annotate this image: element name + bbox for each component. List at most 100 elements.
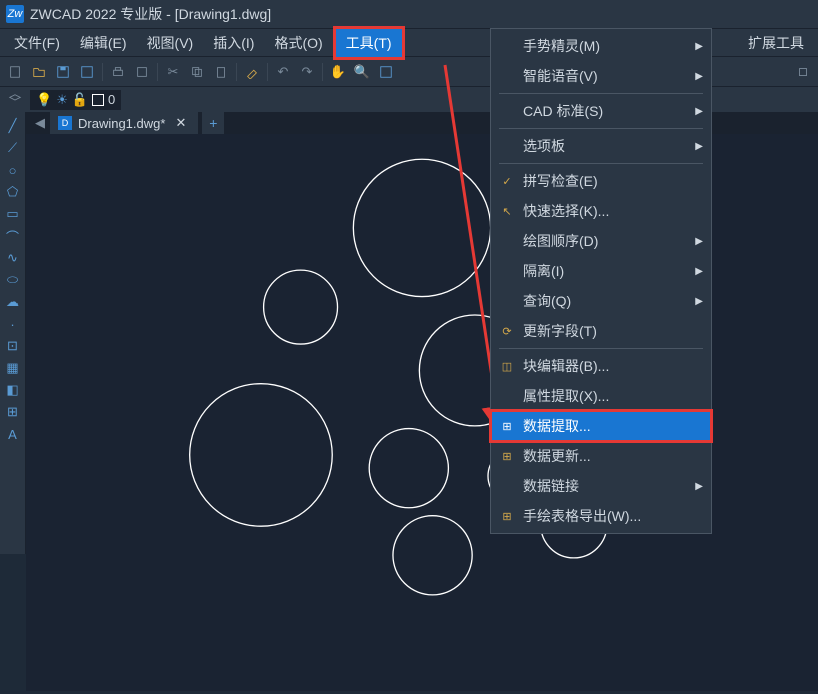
- match-icon[interactable]: [241, 61, 263, 83]
- menu-item-label: 属性提取(X)...: [523, 386, 609, 406]
- layer-name: 0: [108, 92, 115, 107]
- menu-item-10[interactable]: 隔离(I) ▶: [491, 256, 711, 286]
- drawing-circle[interactable]: [353, 159, 490, 296]
- menu-item-icon: [499, 103, 515, 119]
- menu-item-icon: [499, 478, 515, 494]
- print-icon[interactable]: [107, 61, 129, 83]
- menu-item-label: 数据链接: [523, 476, 579, 496]
- line-icon[interactable]: ╱: [3, 116, 23, 136]
- hatch-icon[interactable]: ▦: [3, 358, 23, 378]
- text-icon[interactable]: A: [3, 424, 23, 444]
- menu-item-icon: ⊞: [499, 508, 515, 524]
- table-icon[interactable]: ⊞: [3, 402, 23, 422]
- menu-view[interactable]: 视图(V): [137, 29, 204, 57]
- layer-selector[interactable]: 💡 ☀ 🔓 0: [30, 90, 121, 110]
- tab-prev-icon[interactable]: ◀: [30, 113, 50, 133]
- document-tab[interactable]: D Drawing1.dwg* ✕: [50, 112, 198, 134]
- point-icon[interactable]: ·: [3, 314, 23, 334]
- drawing-circle[interactable]: [393, 516, 472, 595]
- paste-icon[interactable]: [210, 61, 232, 83]
- zoom-icon[interactable]: 🔍: [351, 61, 373, 83]
- menu-item-label: 数据更新...: [523, 446, 591, 466]
- tool-icon[interactable]: [792, 61, 814, 83]
- separator: [322, 63, 323, 81]
- menu-format[interactable]: 格式(O): [264, 29, 332, 57]
- submenu-arrow-icon: ▶: [695, 236, 703, 247]
- menu-tools[interactable]: 工具(T): [333, 26, 405, 60]
- new-icon[interactable]: [4, 61, 26, 83]
- block-icon[interactable]: ⊡: [3, 336, 23, 356]
- saveas-icon[interactable]: [76, 61, 98, 83]
- menu-item-icon: [499, 138, 515, 154]
- submenu-arrow-icon: ▶: [695, 481, 703, 492]
- menu-item-3[interactable]: CAD 标准(S)▶: [491, 96, 711, 126]
- circle-icon[interactable]: ○: [3, 160, 23, 180]
- menu-item-label: 更新字段(T): [523, 321, 597, 341]
- menu-item-icon: [499, 388, 515, 404]
- menu-item-19[interactable]: ⊞手绘表格导出(W)...: [491, 501, 711, 531]
- menu-separator: [499, 93, 703, 94]
- drawing-circle[interactable]: [190, 384, 333, 527]
- submenu-arrow-icon: ▶: [695, 141, 703, 152]
- pline-icon[interactable]: ⟋: [3, 138, 23, 158]
- menu-item-9[interactable]: 绘图顺序(D)▶: [491, 226, 711, 256]
- menu-item-18[interactable]: 数据链接 ▶: [491, 471, 711, 501]
- layer-color-icon: [92, 94, 104, 106]
- spline-icon[interactable]: ∿: [3, 248, 23, 268]
- zoomext-icon[interactable]: [375, 61, 397, 83]
- menu-item-icon: ↖: [499, 203, 515, 219]
- menu-item-icon: [499, 68, 515, 84]
- menu-item-7[interactable]: ✓ 拼写检查(E): [491, 166, 711, 196]
- submenu-arrow-icon: ▶: [695, 71, 703, 82]
- menu-item-15[interactable]: 属性提取(X)...: [491, 381, 711, 411]
- rectangle-icon[interactable]: ▭: [3, 204, 23, 224]
- preview-icon[interactable]: [131, 61, 153, 83]
- menu-item-label: 隔离(I): [523, 261, 564, 281]
- open-icon[interactable]: [28, 61, 50, 83]
- polygon-icon[interactable]: ⬠: [3, 182, 23, 202]
- new-tab-button[interactable]: +: [202, 112, 224, 134]
- menu-item-icon: [499, 293, 515, 309]
- menu-ext-tools[interactable]: 扩展工具: [738, 29, 814, 57]
- copy-icon[interactable]: [186, 61, 208, 83]
- menu-item-label: 数据提取...: [523, 416, 591, 436]
- drawing-circle[interactable]: [369, 429, 448, 508]
- menu-item-label: 快速选择(K)...: [523, 201, 609, 221]
- menu-item-17[interactable]: ⊞数据更新...: [491, 441, 711, 471]
- ellipse-icon[interactable]: ⬭: [3, 270, 23, 290]
- titlebar: Zw ZWCAD 2022 专业版 - [Drawing1.dwg]: [0, 0, 818, 28]
- menu-item-16[interactable]: ⊞数据提取...: [491, 411, 711, 441]
- region-icon[interactable]: ◧: [3, 380, 23, 400]
- menu-item-icon: ✓: [499, 173, 515, 189]
- menu-item-label: 拼写检查(E): [523, 171, 598, 191]
- menu-insert[interactable]: 插入(I): [203, 29, 264, 57]
- tab-close-icon[interactable]: ✕: [171, 115, 190, 131]
- menu-item-icon: ⟳: [499, 323, 515, 339]
- menu-edit[interactable]: 编辑(E): [70, 29, 137, 57]
- redo-icon[interactable]: ↷: [296, 61, 318, 83]
- menu-item-8[interactable]: ↖ 快速选择(K)...: [491, 196, 711, 226]
- menu-file[interactable]: 文件(F): [4, 29, 70, 57]
- sun-icon: ☀: [56, 92, 68, 108]
- drawing-circle[interactable]: [264, 270, 338, 344]
- save-icon[interactable]: [52, 61, 74, 83]
- app-icon: Zw: [6, 5, 24, 23]
- pan-icon[interactable]: ✋: [327, 61, 349, 83]
- tab-label: Drawing1.dwg*: [78, 116, 165, 131]
- lightbulb-icon: 💡: [36, 92, 52, 108]
- submenu-arrow-icon: ▶: [695, 266, 703, 277]
- layer-manager-icon[interactable]: [4, 89, 26, 111]
- undo-icon[interactable]: ↶: [272, 61, 294, 83]
- lock-icon: 🔓: [72, 92, 88, 108]
- menu-item-11[interactable]: 查询(Q)▶: [491, 286, 711, 316]
- arc-icon[interactable]: ⌒: [3, 226, 23, 246]
- cut-icon[interactable]: ✂: [162, 61, 184, 83]
- menu-item-0[interactable]: 手势精灵(M)▶: [491, 31, 711, 61]
- tools-dropdown-menu: 手势精灵(M)▶智能语音(V)▶ CAD 标准(S)▶ 选项板▶ ✓ 拼写检查(E) ↖ 快…: [490, 28, 712, 534]
- menu-item-12[interactable]: ⟳ 更新字段(T): [491, 316, 711, 346]
- menu-item-1[interactable]: 智能语音(V)▶: [491, 61, 711, 91]
- revcloud-icon[interactable]: ☁: [3, 292, 23, 312]
- menu-item-14[interactable]: ◫块编辑器(B)...: [491, 351, 711, 381]
- menu-separator: [499, 128, 703, 129]
- menu-item-5[interactable]: 选项板▶: [491, 131, 711, 161]
